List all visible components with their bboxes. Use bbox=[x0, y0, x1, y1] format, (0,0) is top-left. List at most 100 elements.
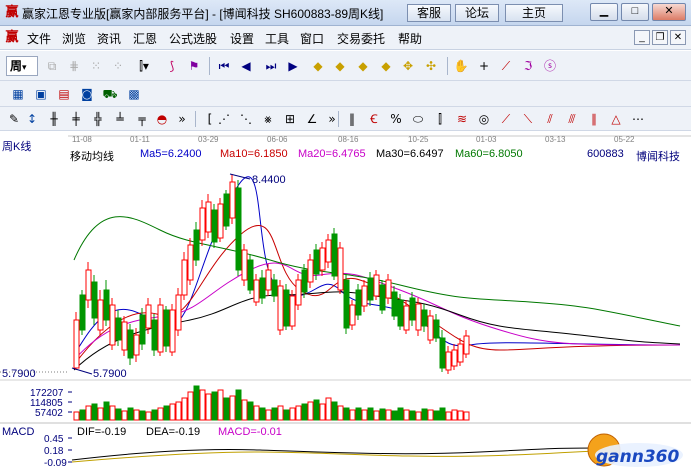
minimize-button[interactable]: ▁ bbox=[590, 3, 618, 21]
diamond-right-icon[interactable]: ◆ bbox=[330, 56, 350, 76]
volume-bar bbox=[211, 391, 218, 421]
menu-huien[interactable]: 汇恩 bbox=[133, 30, 157, 47]
customer-service-button[interactable]: 客服 bbox=[407, 4, 451, 22]
volume-bar bbox=[289, 407, 296, 421]
menu-trade[interactable]: 交易委托 bbox=[337, 30, 385, 47]
draw-line-icon[interactable]: ⟋ bbox=[496, 56, 516, 76]
mdi-minimize-button[interactable]: _ bbox=[634, 30, 650, 45]
crosshair-chart-icon[interactable]: ⋕ bbox=[64, 56, 84, 76]
arc-icon[interactable]: ◓ bbox=[152, 109, 172, 129]
menu-news[interactable]: 资讯 bbox=[97, 30, 121, 47]
close-button[interactable]: ✕ bbox=[652, 3, 686, 21]
calendar-icon[interactable]: ▦ bbox=[8, 84, 28, 104]
more-2-icon[interactable]: » bbox=[322, 109, 342, 129]
more-icon[interactable]: » bbox=[172, 109, 192, 129]
grid-dots-icon[interactable]: ⁙ bbox=[86, 56, 106, 76]
diamond-expand-icon[interactable]: ✥ bbox=[398, 56, 418, 76]
candle-style-icon[interactable]: ⫿▾ bbox=[134, 56, 154, 76]
menu-file[interactable]: 文件 bbox=[27, 30, 51, 47]
ray-icon[interactable]: ⟋ bbox=[496, 109, 516, 129]
menu-settings[interactable]: 设置 bbox=[230, 30, 254, 47]
wave-icon[interactable]: ≋ bbox=[452, 109, 472, 129]
disk-icon[interactable]: ◙ bbox=[77, 84, 97, 104]
gann-fan-2-icon[interactable]: ⋱ bbox=[236, 109, 256, 129]
save-icon[interactable]: ▣ bbox=[31, 84, 51, 104]
candle-down bbox=[223, 193, 230, 227]
diamond-down-icon[interactable]: ◆ bbox=[376, 56, 396, 76]
period-select[interactable]: 周▾ bbox=[6, 56, 38, 76]
percent-icon[interactable]: % bbox=[386, 109, 406, 129]
up-down-icon[interactable]: ↕ bbox=[22, 109, 42, 129]
gann-box-icon[interactable]: ⊞ bbox=[280, 109, 300, 129]
menu-formula-select[interactable]: 公式选股 bbox=[169, 30, 217, 47]
comb-icon[interactable]: ╧ bbox=[110, 109, 130, 129]
channel-icon[interactable]: ⫽ bbox=[540, 109, 560, 129]
play-icon[interactable]: ▶ bbox=[283, 56, 303, 76]
volume-bar bbox=[265, 409, 272, 421]
diamond-left-icon[interactable]: ◆ bbox=[308, 56, 328, 76]
volume-bar bbox=[85, 405, 92, 421]
gann-grid-icon[interactable]: ⨳ bbox=[258, 109, 278, 129]
menu-window[interactable]: 窗口 bbox=[300, 30, 324, 47]
candle-up bbox=[97, 299, 104, 331]
grid-dots-2-icon[interactable]: ⁘ bbox=[108, 56, 128, 76]
kline-chart[interactable]: 11-08 01-11 03-29 06-06 08-16 10-25 01-03 03-13… bbox=[0, 130, 691, 469]
home-button[interactable]: 主页 bbox=[505, 4, 563, 22]
candle-up bbox=[199, 207, 206, 241]
diamond-up-icon[interactable]: ◆ bbox=[353, 56, 373, 76]
flag-icon[interactable]: ⚑ bbox=[184, 56, 204, 76]
circle-icon[interactable]: ◎ bbox=[474, 109, 494, 129]
forum-button[interactable]: 论坛 bbox=[455, 4, 499, 22]
menu-help[interactable]: 帮助 bbox=[398, 30, 422, 47]
candle-up bbox=[169, 309, 176, 353]
menu-browse[interactable]: 浏览 bbox=[62, 30, 86, 47]
crosshair-icon[interactable]: + bbox=[474, 56, 494, 76]
angle-icon[interactable]: ∠ bbox=[302, 109, 322, 129]
indicator-icon[interactable]: ⟆ bbox=[162, 56, 182, 76]
cycle-icon[interactable]: ⫿ bbox=[430, 109, 450, 129]
candle-up bbox=[145, 304, 152, 329]
draw-shape-icon[interactable]: ⓢ bbox=[540, 56, 560, 76]
report-icon[interactable]: ▤ bbox=[54, 84, 74, 104]
bus-icon[interactable]: ▩ bbox=[124, 84, 144, 104]
prev-icon[interactable]: ◀ bbox=[236, 56, 256, 76]
more-3-icon[interactable]: ⋯ bbox=[628, 109, 648, 129]
triangle-icon[interactable]: △ bbox=[606, 109, 626, 129]
first-icon[interactable]: ⏮ bbox=[214, 56, 234, 76]
mdi-close-button[interactable]: ✕ bbox=[670, 30, 686, 45]
fan-icon[interactable]: ╫ bbox=[44, 109, 64, 129]
ray-2-icon[interactable]: ⟍ bbox=[518, 109, 538, 129]
maximize-button[interactable]: □ bbox=[621, 3, 649, 21]
channel-2-icon[interactable]: ⫻ bbox=[562, 109, 582, 129]
truck-icon[interactable]: ⛟ bbox=[100, 84, 120, 104]
volume-bar bbox=[205, 393, 212, 421]
vertical-lines-icon[interactable]: ‖ bbox=[342, 109, 362, 129]
candle-up bbox=[229, 181, 236, 219]
volume-bar bbox=[325, 397, 332, 421]
low-annotation: 5.7900 bbox=[71, 367, 127, 380]
gann-fan-icon[interactable]: ⋰ bbox=[214, 109, 234, 129]
comb2-icon[interactable]: ╤ bbox=[132, 109, 152, 129]
volume-bar bbox=[307, 401, 314, 421]
mdi-restore-button[interactable]: ❐ bbox=[652, 30, 668, 45]
candle-up bbox=[451, 349, 458, 367]
high-price-text: 8.4400 bbox=[252, 174, 286, 186]
menu-tools[interactable]: 工具 bbox=[265, 30, 289, 47]
grid-icon[interactable]: ╪ bbox=[66, 109, 86, 129]
volume-bar bbox=[433, 410, 440, 421]
next-step-icon[interactable]: ⏭ bbox=[261, 56, 281, 76]
cross-grid-icon[interactable]: ╬ bbox=[88, 109, 108, 129]
copy-icon[interactable]: ⧉ bbox=[42, 56, 62, 76]
ellipse-icon[interactable]: ⬭ bbox=[408, 109, 428, 129]
draw-text-icon[interactable]: ℑ bbox=[518, 56, 538, 76]
candle-down bbox=[313, 249, 320, 275]
volume-bar bbox=[193, 385, 200, 421]
fibonacci-icon[interactable]: Ꞓ bbox=[364, 109, 384, 129]
diamond-shrink-icon[interactable]: ✣ bbox=[421, 56, 441, 76]
hand-icon[interactable]: ✋ bbox=[451, 56, 471, 76]
app-logo-icon: 赢 bbox=[5, 5, 19, 20]
pencil-icon[interactable]: ✎ bbox=[4, 109, 24, 129]
candle-up bbox=[253, 279, 260, 303]
candle-down bbox=[391, 291, 398, 317]
parallel-icon[interactable]: ∥ bbox=[584, 109, 604, 129]
